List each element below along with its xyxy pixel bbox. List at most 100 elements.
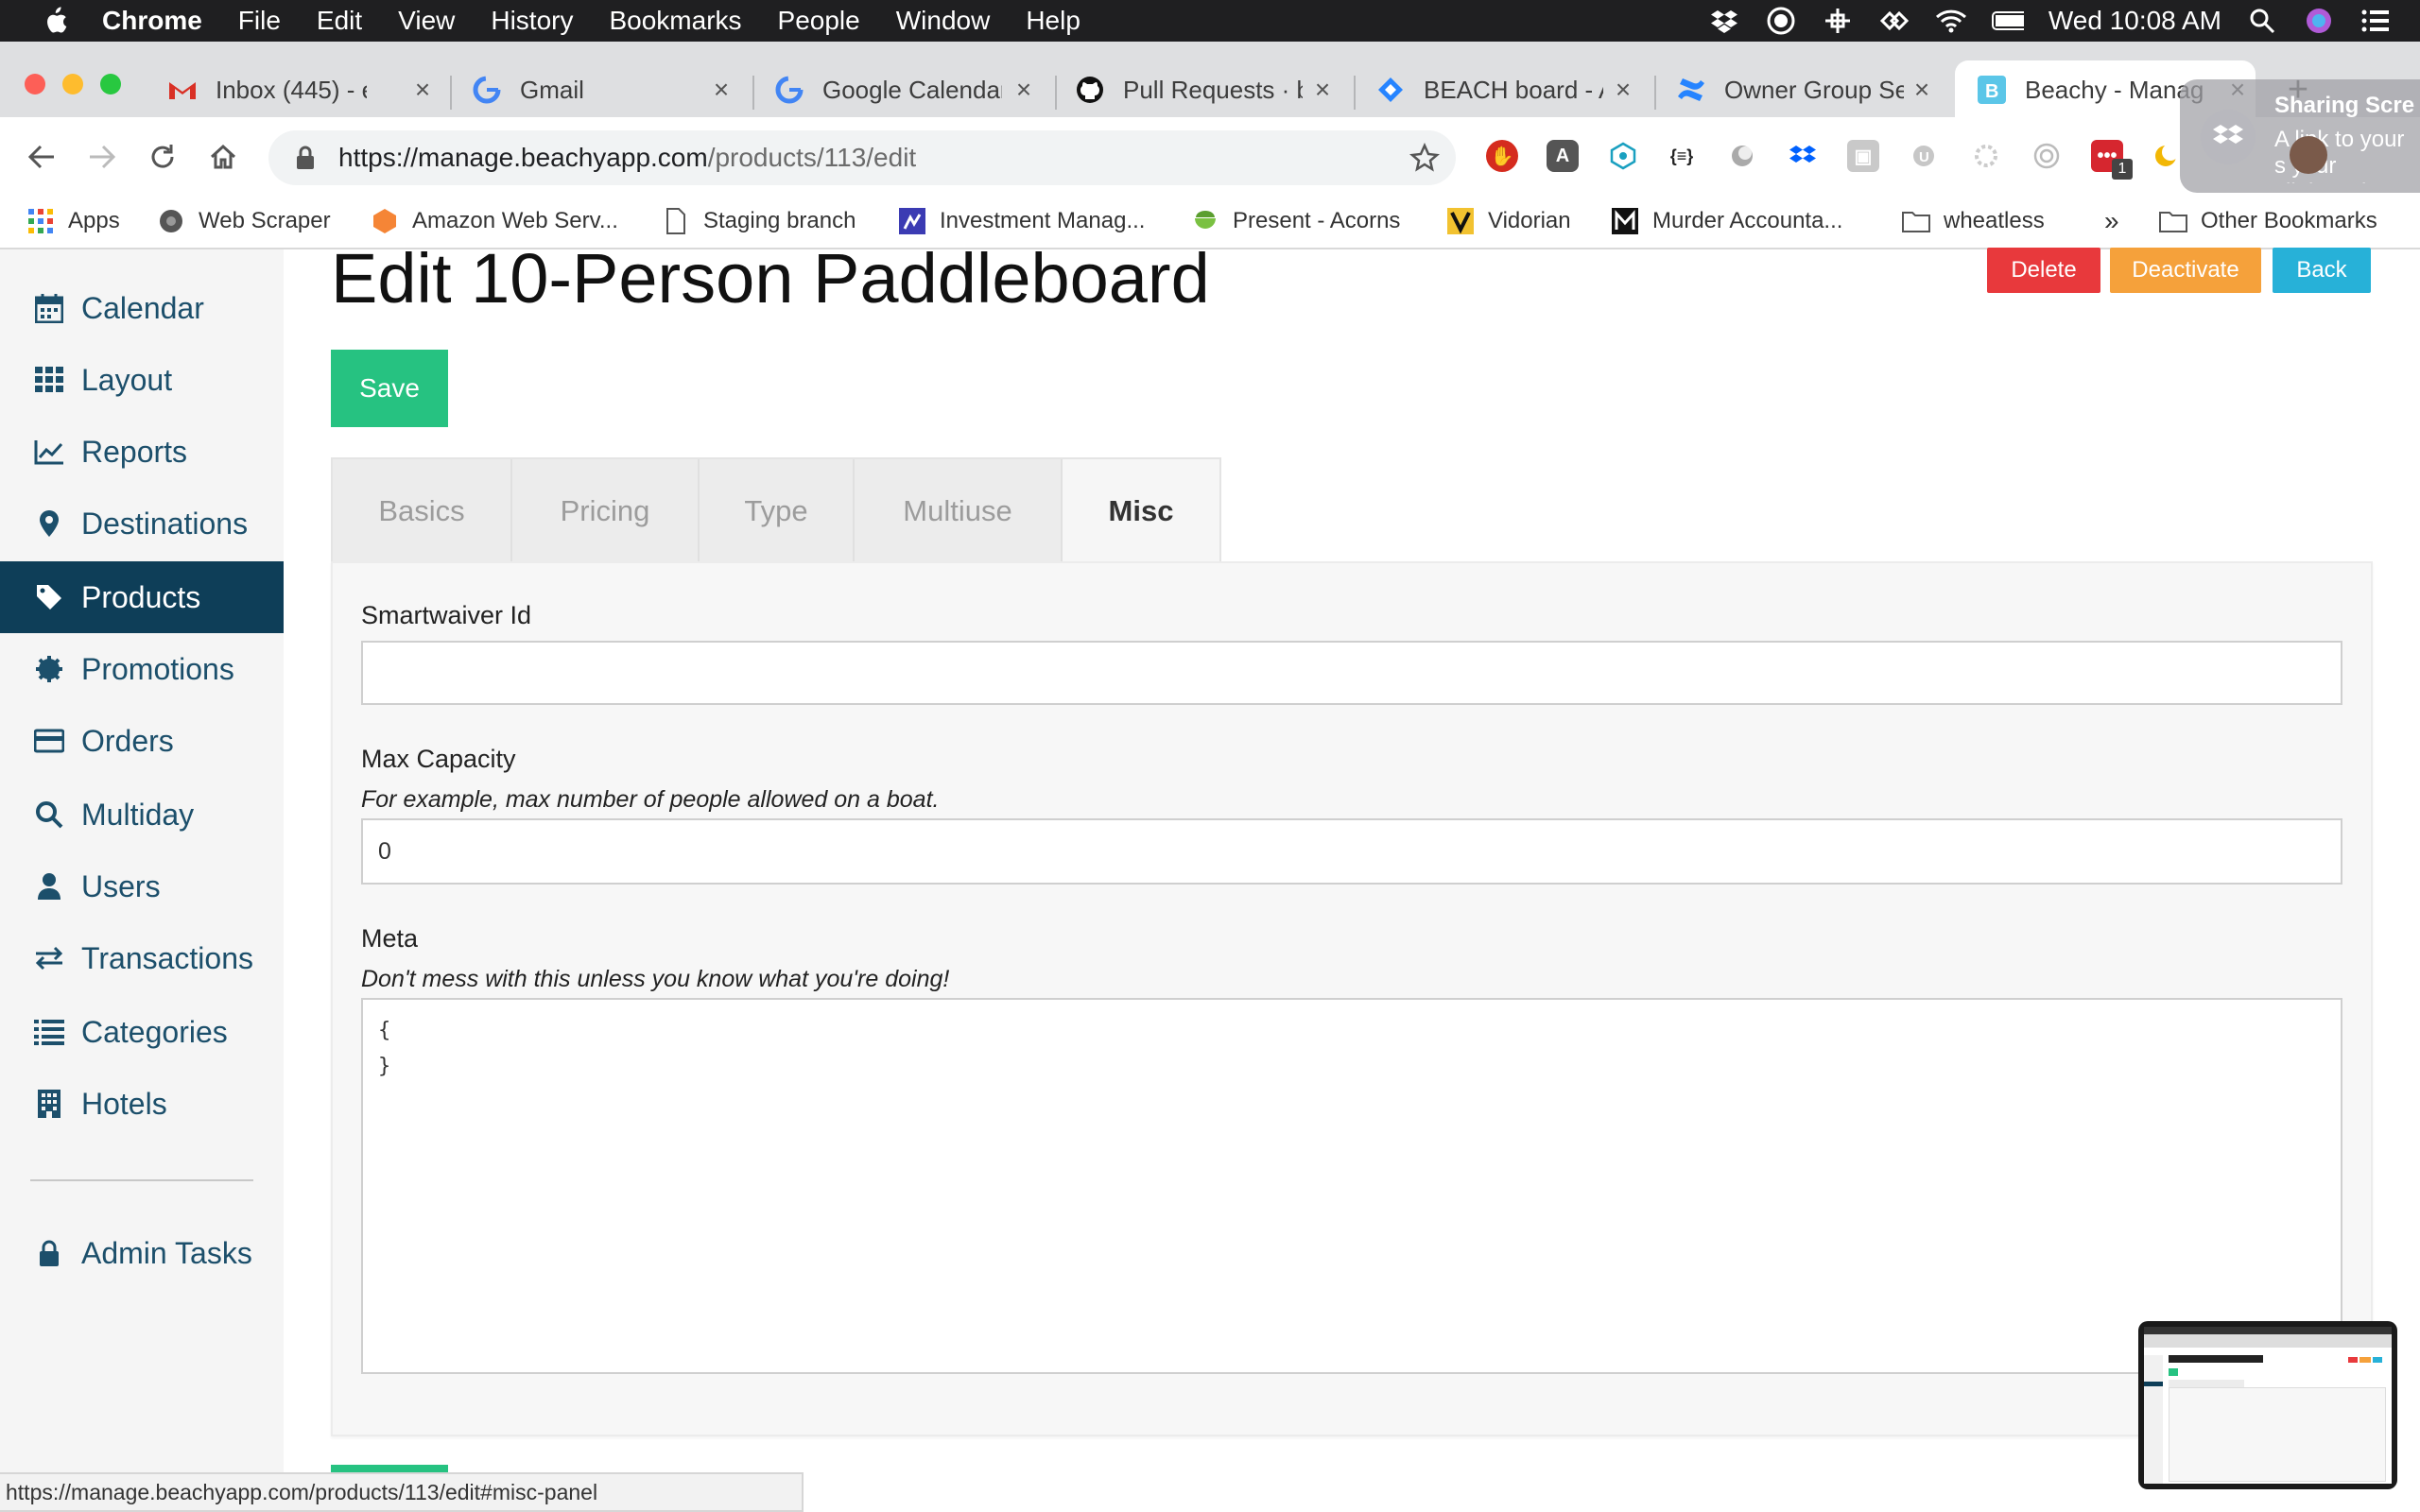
back-button[interactable]: Back: [2273, 248, 2371, 293]
screen-share-notification[interactable]: Sharing Scre A link to your s your clipb…: [2180, 79, 2420, 193]
sidebar-item-promotions[interactable]: Promotions: [0, 633, 284, 705]
menu-window[interactable]: Window: [896, 6, 991, 36]
graphql-extension-icon[interactable]: [1607, 140, 1639, 172]
close-tab-icon[interactable]: ×: [1310, 75, 1335, 104]
sidebar-item-reports[interactable]: Reports: [0, 416, 284, 488]
bookmarks-overflow-chevron[interactable]: »: [2104, 200, 2119, 242]
apple-logo-icon[interactable]: [36, 2, 74, 40]
tab-inbox[interactable]: Inbox (445) - erin ×: [166, 60, 441, 119]
confluence-icon: [1675, 74, 1707, 106]
thumbnail-panel: [2169, 1387, 2386, 1482]
tab-misc[interactable]: Misc: [1063, 459, 1219, 563]
menu-bookmarks[interactable]: Bookmarks: [609, 6, 741, 36]
back-arrow-icon[interactable]: [23, 138, 60, 176]
close-tab-icon[interactable]: ×: [1910, 75, 1934, 104]
meta-textarea[interactable]: { }: [361, 998, 2342, 1374]
tab-gmail[interactable]: Gmail ×: [471, 60, 739, 119]
sidebar-item-multiday[interactable]: Multiday: [0, 779, 284, 850]
siri-icon[interactable]: [2303, 7, 2335, 35]
deactivate-button[interactable]: Deactivate: [2110, 248, 2261, 293]
bookmark-vidorian[interactable]: Vidorian: [1446, 200, 1571, 242]
circle-extension-icon[interactable]: [1726, 140, 1758, 172]
reload-icon[interactable]: [144, 138, 182, 176]
menu-edit[interactable]: Edit: [317, 6, 362, 36]
lock-icon: [32, 1236, 66, 1270]
menubar-clock[interactable]: Wed 10:08 AM: [2048, 6, 2221, 36]
record-status-icon[interactable]: [1765, 7, 1797, 35]
adblock-extension-icon[interactable]: ✋: [1486, 140, 1518, 172]
sidebar-item-layout[interactable]: Layout: [0, 344, 284, 416]
move-status-icon[interactable]: [1822, 7, 1854, 35]
bookmark-folder-other[interactable]: Other Bookmarks: [2159, 200, 2377, 242]
angular-extension-icon[interactable]: A: [1547, 140, 1579, 172]
save-button[interactable]: Save: [331, 350, 448, 427]
thumbnail-active-item: [2144, 1382, 2163, 1386]
tab-beach-board[interactable]: BEACH board - A ×: [1374, 60, 1641, 119]
home-icon[interactable]: [204, 138, 242, 176]
close-tab-icon[interactable]: ×: [1611, 75, 1635, 104]
sidebar-item-hotels[interactable]: Hotels: [0, 1068, 284, 1140]
bookmark-web-scraper[interactable]: Web Scraper: [157, 200, 331, 242]
sidebar-item-transactions[interactable]: Transactions: [0, 922, 284, 994]
menu-file[interactable]: File: [238, 6, 281, 36]
jira-icon: [1374, 74, 1407, 106]
close-tab-icon[interactable]: ×: [1011, 75, 1036, 104]
address-bar[interactable]: https://manage.beachyapp.com/products/11…: [268, 130, 1456, 185]
screen-share-thumbnail[interactable]: [2138, 1321, 2397, 1489]
moon-extension-icon[interactable]: [2150, 140, 2182, 172]
bookmark-folder-wheatless[interactable]: wheatless: [1902, 200, 2045, 242]
json-extension-icon[interactable]: {≡}: [1666, 140, 1698, 172]
bookmark-murder-accountability[interactable]: Murder Accounta...: [1611, 200, 1842, 242]
target-extension-icon[interactable]: [2031, 140, 2063, 172]
menu-history[interactable]: History: [491, 6, 573, 36]
bookmark-apps[interactable]: Apps: [26, 200, 120, 242]
max-capacity-input[interactable]: [361, 818, 2342, 885]
delete-button[interactable]: Delete: [1987, 248, 2100, 293]
menu-help[interactable]: Help: [1026, 6, 1080, 36]
dropbox-status-icon[interactable]: [1708, 7, 1740, 35]
bookmark-label: Other Bookmarks: [2201, 208, 2377, 233]
tab-owner-group[interactable]: Owner Group Se ×: [1675, 60, 1940, 119]
tab-separator: [450, 76, 452, 110]
sidebar-item-destinations[interactable]: Destinations: [0, 488, 284, 559]
forward-arrow-icon[interactable]: [83, 138, 121, 176]
link-status-icon[interactable]: [1878, 7, 1910, 35]
menu-people[interactable]: People: [778, 6, 860, 36]
zoom-window-button[interactable]: [100, 74, 121, 94]
tab-pull-requests[interactable]: Pull Requests · b ×: [1074, 60, 1340, 119]
minimize-window-button[interactable]: [62, 74, 83, 94]
sidebar-item-admin-tasks[interactable]: Admin Tasks: [0, 1217, 284, 1289]
bookmark-star-icon[interactable]: [1409, 142, 1441, 174]
smartwaiver-id-input[interactable]: [361, 641, 2342, 705]
dropbox-extension-icon[interactable]: [1787, 140, 1819, 172]
notification-center-icon[interactable]: [2360, 7, 2392, 35]
menu-view[interactable]: View: [398, 6, 455, 36]
close-window-button[interactable]: [25, 74, 45, 94]
u-extension-icon[interactable]: U: [1908, 140, 1940, 172]
sidebar-item-label: Destinations: [81, 506, 249, 541]
tab-basics[interactable]: Basics: [333, 459, 512, 563]
battery-icon[interactable]: [1991, 7, 2024, 35]
gear-extension-icon[interactable]: [1970, 140, 2002, 172]
tab-multiuse[interactable]: Multiuse: [855, 459, 1063, 563]
bookmark-acorns[interactable]: Present - Acorns: [1191, 200, 1400, 242]
tab-type[interactable]: Type: [700, 459, 855, 563]
sidebar-item-products[interactable]: Products: [0, 561, 284, 633]
tab-title: Owner Group Se: [1724, 75, 1904, 104]
spotlight-search-icon[interactable]: [2246, 7, 2278, 35]
acorns-icon: [1191, 207, 1219, 235]
close-tab-icon[interactable]: ×: [410, 75, 435, 104]
calendar-icon: [32, 291, 66, 325]
menu-chrome[interactable]: Chrome: [102, 6, 202, 36]
close-tab-icon[interactable]: ×: [709, 75, 734, 104]
sidebar-item-users[interactable]: Users: [0, 850, 284, 922]
max-capacity-label: Max Capacity: [361, 745, 516, 773]
sidebar-item-orders[interactable]: Orders: [0, 705, 284, 777]
tab-google-calendar[interactable]: Google Calendar ×: [773, 60, 1042, 119]
thumbnail-tabs-row: [2169, 1380, 2244, 1387]
tab-pricing[interactable]: Pricing: [512, 459, 700, 563]
chat-extension-icon[interactable]: ▣: [1847, 140, 1879, 172]
wifi-icon[interactable]: [1935, 7, 1967, 35]
sidebar-item-categories[interactable]: Categories: [0, 996, 284, 1068]
sidebar-item-calendar[interactable]: Calendar: [0, 272, 284, 344]
